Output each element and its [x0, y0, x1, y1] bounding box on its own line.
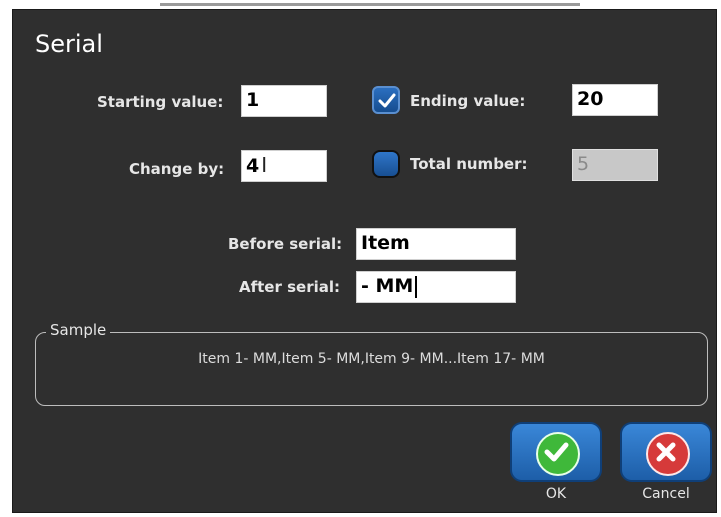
- change-by-text: 4: [246, 155, 260, 177]
- after-serial-input[interactable]: - MM: [356, 271, 516, 303]
- text-caret: [415, 275, 418, 298]
- top-frame: [0, 0, 721, 8]
- before-serial-label: Before serial:: [228, 235, 343, 253]
- sample-legend: Sample: [46, 321, 111, 339]
- total-number-label: Total number:: [410, 155, 528, 173]
- total-number-input: 5: [572, 149, 658, 181]
- ending-value-checkbox[interactable]: [372, 86, 400, 114]
- total-number-text: 5: [577, 153, 590, 175]
- checkmark-icon: [378, 93, 396, 108]
- text-cursor-icon: I: [261, 153, 268, 177]
- cancel-label: Cancel: [642, 486, 690, 502]
- ending-value-input[interactable]: 20: [572, 84, 658, 116]
- starting-value-text: 1: [246, 89, 260, 111]
- sample-group: Sample Item 1- MM,Item 5- MM,Item 9- MM.…: [35, 321, 708, 406]
- after-serial-text: - MM: [361, 275, 414, 297]
- before-serial-input[interactable]: Item: [356, 228, 516, 260]
- before-serial-text: Item: [361, 232, 410, 254]
- cancel-button[interactable]: [620, 422, 712, 482]
- change-by-input[interactable]: 4I: [241, 150, 327, 182]
- starting-value-input[interactable]: 1: [241, 85, 327, 117]
- starting-value-label: Starting value:: [97, 93, 224, 111]
- ending-value-label: Ending value:: [410, 92, 526, 110]
- dialog-title: Serial: [35, 30, 103, 58]
- ok-label: OK: [545, 486, 567, 502]
- change-by-label: Change by:: [129, 160, 225, 178]
- ok-button[interactable]: [510, 422, 602, 482]
- total-number-option[interactable]: [372, 150, 400, 178]
- serial-dialog: Serial Starting value: 1 Ending value: 2…: [12, 9, 717, 513]
- top-frame-edge: [160, 3, 580, 6]
- sample-preview-text: Item 1- MM,Item 5- MM,Item 9- MM...Item …: [198, 351, 545, 367]
- ending-value-text: 20: [577, 88, 604, 110]
- after-serial-label: After serial:: [239, 278, 341, 296]
- x-icon: [646, 432, 690, 476]
- check-icon: [536, 432, 580, 476]
